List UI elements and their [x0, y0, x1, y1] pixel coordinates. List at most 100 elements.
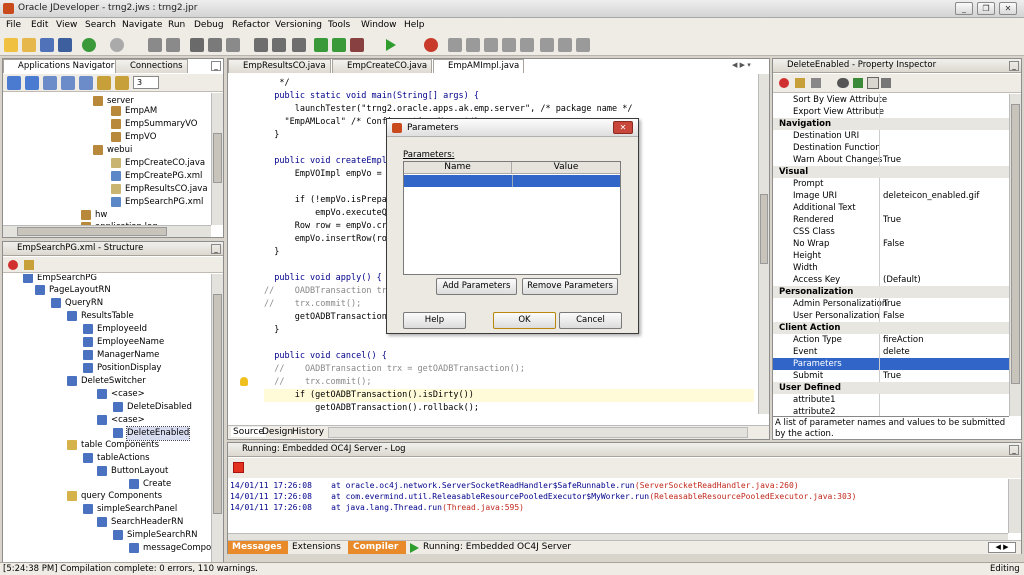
tab-history[interactable]: History: [292, 427, 324, 437]
tab-applications-navigator[interactable]: Applications Navigator: [3, 59, 120, 73]
build-icon[interactable]: [314, 38, 328, 52]
tree-item[interactable]: PageLayoutRN: [49, 284, 111, 297]
tree-item[interactable]: EmpAM: [125, 105, 157, 118]
property-value[interactable]: deleteicon_enabled.gif: [883, 190, 979, 202]
ok-button[interactable]: OK: [493, 312, 556, 329]
cancel-button[interactable]: Cancel: [559, 312, 622, 329]
nav-toolbar-icon-2[interactable]: [25, 76, 39, 90]
property-value[interactable]: True: [883, 214, 901, 226]
nav-toolbar-icon-3[interactable]: [43, 76, 57, 90]
property-value[interactable]: delete: [883, 346, 910, 358]
property-value[interactable]: True: [883, 298, 901, 310]
edit-icon[interactable]: [811, 78, 821, 88]
property-row[interactable]: CSS Class: [773, 226, 1009, 238]
tab-source[interactable]: Source: [231, 427, 266, 437]
property-row[interactable]: Additional Text: [773, 202, 1009, 214]
log-horizontal-scrollbar[interactable]: [228, 533, 1008, 540]
structure-options-icon[interactable]: [24, 260, 34, 270]
nav-toolbar-icon-4[interactable]: [61, 76, 75, 90]
dialog-close-button[interactable]: ✕: [613, 121, 633, 134]
tab-empamimpl[interactable]: EmpAMImpl.java: [433, 59, 525, 73]
editor-horizontal-scrollbar[interactable]: [328, 427, 748, 438]
property-row[interactable]: attribute1: [773, 394, 1009, 406]
save-all-icon[interactable]: [58, 38, 72, 52]
tree-item[interactable]: messageComponentLayout: [143, 542, 211, 555]
menu-refactor[interactable]: Refactor: [232, 20, 270, 30]
inspector-vertical-scrollbar[interactable]: [1009, 94, 1021, 416]
menu-view[interactable]: View: [56, 20, 77, 30]
property-category[interactable]: Personalization: [773, 286, 1009, 298]
property-category[interactable]: Navigation: [773, 118, 1009, 130]
tree-item[interactable]: EmpVO: [125, 131, 156, 144]
menu-versioning[interactable]: Versioning: [275, 20, 322, 30]
tree-item[interactable]: SearchHeaderRN: [111, 516, 183, 529]
remove-parameters-button[interactable]: Remove Parameters: [522, 278, 618, 295]
property-row[interactable]: Parameters: [773, 358, 1009, 370]
undo-icon[interactable]: [148, 38, 162, 52]
step-icon-4[interactable]: [502, 38, 516, 52]
tree-item[interactable]: PositionDisplay: [97, 362, 161, 375]
save-icon[interactable]: [40, 38, 54, 52]
log-tab-scroll-icon[interactable]: ◀ ▶: [988, 542, 1016, 553]
categories-icon[interactable]: [853, 78, 863, 88]
menu-debug[interactable]: Debug: [194, 20, 224, 30]
property-row[interactable]: Access Key (Default): [773, 274, 1009, 286]
find-icon[interactable]: [837, 78, 849, 88]
tree-item[interactable]: ButtonLayout: [111, 465, 168, 478]
property-row[interactable]: Height: [773, 250, 1009, 262]
nav-toolbar-icon-1[interactable]: [7, 76, 21, 90]
property-row[interactable]: No Wrap False: [773, 238, 1009, 250]
menu-edit[interactable]: Edit: [31, 20, 48, 30]
menu-search[interactable]: Search: [85, 20, 116, 30]
debug-icon[interactable]: [424, 38, 438, 52]
tree-item[interactable]: table Components: [81, 439, 159, 452]
minimize-button[interactable]: _: [955, 2, 973, 15]
sort-icon[interactable]: [867, 77, 879, 89]
property-category[interactable]: Client Action: [773, 322, 1009, 334]
zoom-level-field[interactable]: 3: [133, 76, 159, 89]
run-icon[interactable]: [386, 39, 396, 51]
forward-icon[interactable]: [110, 38, 124, 52]
deploy-icon[interactable]: [292, 38, 306, 52]
trash-icon[interactable]: [576, 38, 590, 52]
tree-item[interactable]: EmpCreateCO.java: [125, 157, 205, 170]
tab-empcreateco[interactable]: EmpCreateCO.java: [332, 59, 433, 73]
rebuild-icon[interactable]: [272, 38, 286, 52]
minimize-navigator-icon[interactable]: _: [211, 61, 221, 71]
inspector-options-icon[interactable]: [795, 78, 805, 88]
property-value[interactable]: True: [883, 370, 901, 382]
help-button[interactable]: Help: [403, 312, 466, 329]
add-parameters-button[interactable]: Add Parameters: [436, 278, 517, 295]
log-output[interactable]: 14/01/11 17:26:08 at oracle.oc4j.network…: [228, 479, 1008, 533]
property-value[interactable]: fireAction: [883, 334, 924, 346]
property-row[interactable]: Submit True: [773, 370, 1009, 382]
property-row[interactable]: Admin Personalization True: [773, 298, 1009, 310]
close-button[interactable]: ✕: [999, 2, 1017, 15]
tree-item[interactable]: <case>: [111, 414, 145, 427]
property-row[interactable]: Image URI deleteicon_enabled.gif: [773, 190, 1009, 202]
tree-item[interactable]: webui: [107, 144, 132, 157]
property-value[interactable]: False: [883, 238, 904, 250]
editor-vertical-scrollbar[interactable]: [758, 74, 769, 414]
property-value[interactable]: True: [883, 154, 901, 166]
property-category[interactable]: User Defined: [773, 382, 1009, 394]
property-row[interactable]: Rendered True: [773, 214, 1009, 226]
cut-icon[interactable]: [190, 38, 204, 52]
menu-navigate[interactable]: Navigate: [122, 20, 162, 30]
tree-item[interactable]: ResultsTable: [81, 310, 134, 323]
property-row[interactable]: User Personalization False: [773, 310, 1009, 322]
copy-icon[interactable]: [208, 38, 222, 52]
tab-connections[interactable]: Connections: [115, 59, 188, 73]
property-value[interactable]: False: [883, 310, 904, 322]
property-row[interactable]: Export View Attribute: [773, 106, 1009, 118]
tree-item[interactable]: simpleSearchPanel: [97, 503, 177, 516]
tree-item[interactable]: tableActions: [97, 452, 150, 465]
tree-item[interactable]: SimpleSearchRN: [127, 529, 198, 542]
tab-running-server[interactable]: Running: Embedded OC4J Server: [423, 541, 571, 554]
back-icon[interactable]: [82, 38, 96, 52]
tree-item[interactable]: EmployeeId: [97, 323, 147, 336]
step-icon-1[interactable]: [448, 38, 462, 52]
tree-item[interactable]: EmpCreatePG.xml: [125, 170, 202, 183]
open-icon[interactable]: [22, 38, 36, 52]
redo-icon[interactable]: [166, 38, 180, 52]
